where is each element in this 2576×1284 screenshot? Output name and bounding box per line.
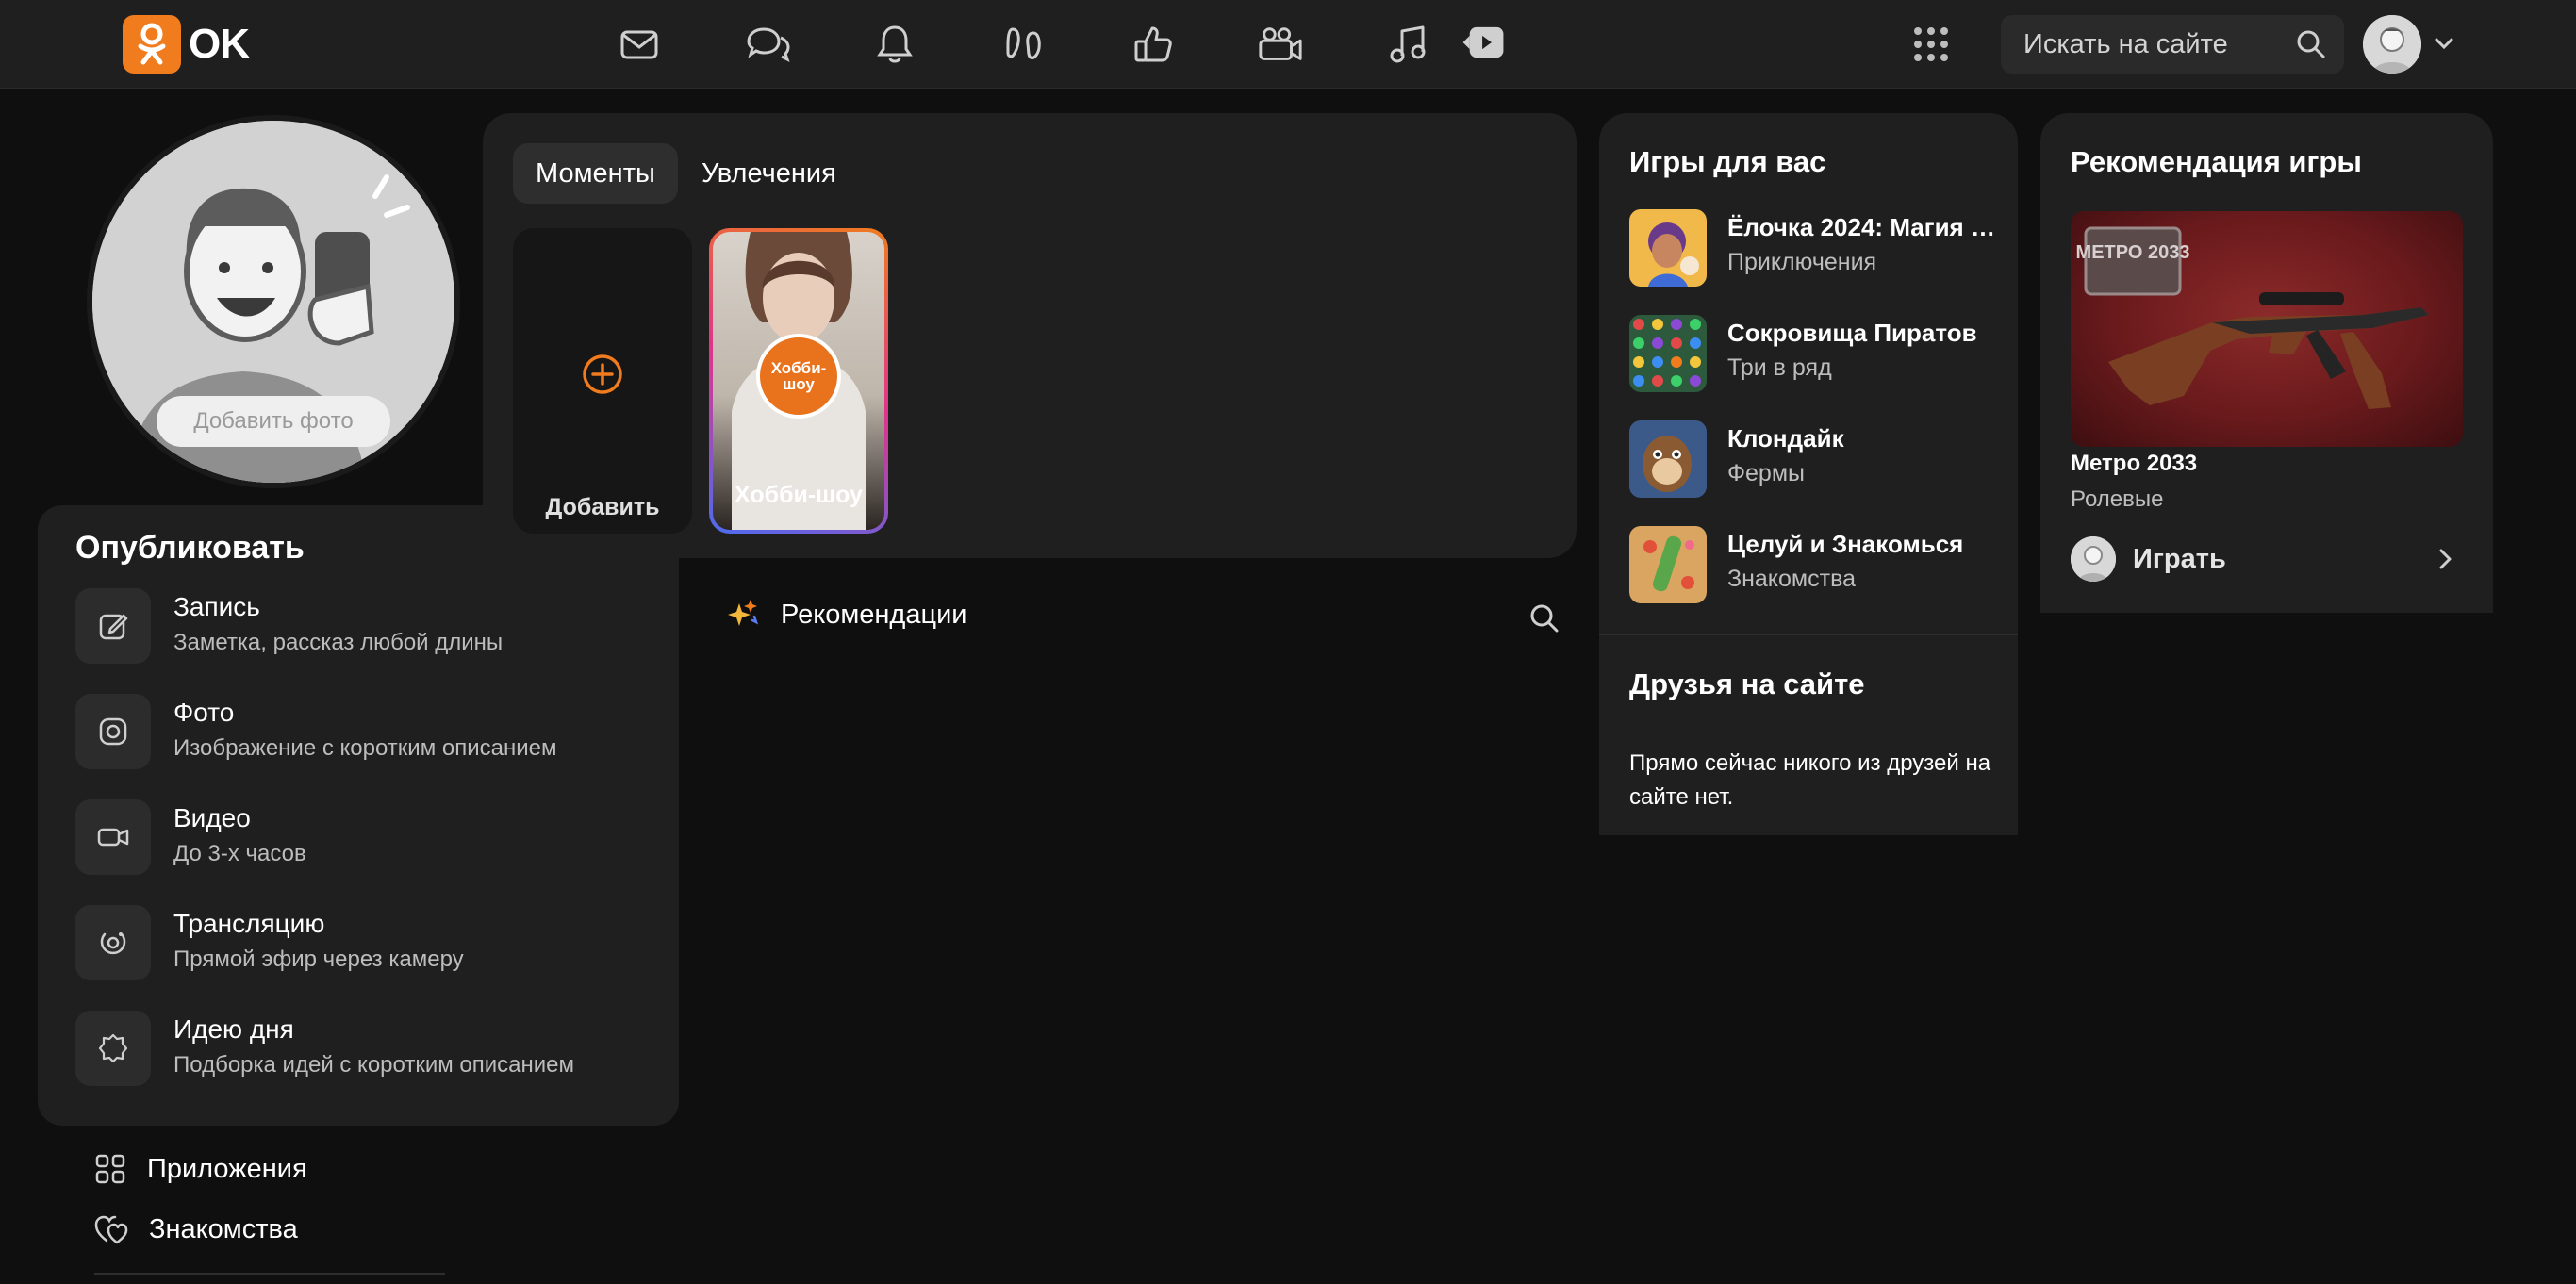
- ok-logo-icon: [123, 15, 181, 74]
- publish-item-subtitle: Подборка идей с коротким описанием: [173, 1052, 575, 1078]
- publish-item-title: Видео: [173, 803, 251, 832]
- recommendation-image-logo: МЕТРО 2033: [2076, 242, 2190, 263]
- game-thumbnail: [1629, 209, 1707, 287]
- recommended-game-genre: Ролевые: [2071, 486, 2164, 512]
- publish-item-subtitle: Заметка, рассказ любой длины: [173, 630, 504, 655]
- play-icon[interactable]: [1460, 19, 1507, 66]
- video-icon[interactable]: [1257, 21, 1304, 68]
- game-thumbnail: [1629, 315, 1707, 392]
- tab-moments[interactable]: Моменты: [513, 143, 678, 204]
- recommended-game-name: Метро 2033: [2071, 451, 2198, 476]
- idea-icon: [75, 1011, 151, 1086]
- publish-item-title: Запись: [173, 592, 260, 621]
- plus-circle-icon: [579, 351, 626, 403]
- apps-icon: [95, 1154, 125, 1184]
- publish-item-title: Фото: [173, 698, 235, 727]
- feed-recommendations-label: Рекомендации: [781, 599, 967, 630]
- add-moment-tile[interactable]: Добавить: [513, 228, 692, 534]
- recommendation-title: Рекомендация игры: [2071, 145, 2362, 178]
- game-recommendation-card: Рекомендация игры МЕТРО 2033 Метро 2033 …: [2040, 113, 2493, 613]
- music-icon[interactable]: [1384, 21, 1431, 68]
- sidebar-item-dating[interactable]: Знакомства: [94, 1209, 298, 1250]
- chevron-right-icon: [2433, 547, 2457, 576]
- add-photo-button[interactable]: Добавить фото: [157, 396, 390, 447]
- sparkle-icon: [728, 600, 759, 626]
- publish-item-title: Трансляцию: [173, 909, 325, 938]
- game-thumbnail: [1629, 420, 1707, 498]
- top-bar: OK: [0, 0, 2576, 89]
- game-row[interactable]: Сокровища Пиратов Три в ряд: [1629, 315, 2006, 392]
- user-avatar[interactable]: [2363, 15, 2421, 74]
- logo-text: OK: [189, 21, 250, 67]
- games-divider: [1599, 634, 2018, 635]
- ok-logo[interactable]: OK: [123, 15, 250, 74]
- video-camera-icon: [75, 799, 151, 875]
- camera-icon: [75, 694, 151, 769]
- friends-online-title: Друзья на сайте: [1629, 667, 1865, 700]
- publish-menu: Опубликовать Запись Заметка, рассказ люб…: [38, 505, 679, 1126]
- sidebar-item-label: Приложения: [147, 1153, 307, 1184]
- games-title: Игры для вас: [1629, 145, 1826, 178]
- likes-icon[interactable]: [1130, 21, 1177, 68]
- dating-icon: [94, 1215, 128, 1244]
- publish-title: Опубликовать: [75, 530, 305, 566]
- game-thumbnail: [1629, 526, 1707, 603]
- moments-card: Моменты Увлечения Добавить Хобби-шоу Хоб…: [483, 113, 1577, 558]
- discussions-icon[interactable]: [745, 21, 792, 68]
- publish-item-title: Идею дня: [173, 1014, 294, 1044]
- games-card: Игры для вас Ёлочка 2024: Магия праздник…: [1599, 113, 2018, 835]
- site-search[interactable]: [2001, 15, 2344, 74]
- avatar: [2071, 536, 2116, 582]
- play-label: Играть: [2133, 543, 2226, 574]
- game-row[interactable]: Клондайк Фермы: [1629, 420, 2006, 498]
- moment-label: Хобби-шоу: [735, 482, 863, 508]
- publish-video-item[interactable]: Видео До 3-х часов: [75, 799, 660, 877]
- guests-icon[interactable]: [1000, 21, 1048, 68]
- add-moment-label: Добавить: [545, 494, 660, 520]
- game-name: Ёлочка 2024: Магия праздника: [1727, 213, 2006, 241]
- game-genre: Фермы: [1727, 460, 1805, 486]
- recommended-game-image[interactable]: МЕТРО 2033: [2071, 211, 2463, 447]
- publish-idea-item[interactable]: Идею дня Подборка идей с коротким описан…: [75, 1011, 660, 1088]
- tab-hobbies[interactable]: Увлечения: [679, 143, 859, 204]
- messages-icon[interactable]: [616, 21, 663, 68]
- game-row[interactable]: Целуй и Знакомься Знакомства: [1629, 526, 2006, 603]
- publish-broadcast-item[interactable]: Трансляцию Прямой эфир через камеру: [75, 905, 660, 982]
- publish-post-item[interactable]: Запись Заметка, рассказ любой длины: [75, 588, 660, 666]
- game-name: Целуй и Знакомься: [1727, 530, 1964, 558]
- publish-item-subtitle: Изображение с коротким описанием: [173, 735, 557, 761]
- moment-badge: Хобби-шоу: [756, 334, 841, 419]
- notifications-icon[interactable]: [871, 21, 918, 68]
- friends-online-empty-text: Прямо сейчас никого из друзей на сайте н…: [1629, 750, 1991, 810]
- edit-icon: [75, 588, 151, 664]
- game-row[interactable]: Ёлочка 2024: Магия праздника Приключения: [1629, 209, 2006, 287]
- chevron-down-icon[interactable]: [2433, 32, 2455, 59]
- apps-grid-icon[interactable]: [1907, 21, 1955, 68]
- feed-recommendations-tab[interactable]: Рекомендации: [726, 598, 966, 632]
- feed-search-icon[interactable]: [1529, 603, 1560, 638]
- game-genre: Знакомства: [1727, 566, 1856, 592]
- game-name: Клондайк: [1727, 424, 1844, 453]
- sidebar-item-label: Знакомства: [149, 1213, 298, 1244]
- sidebar-divider: [94, 1273, 445, 1275]
- moment-preview: Хобби-шоу Хобби-шоу: [713, 232, 884, 530]
- play-button[interactable]: Играть: [2071, 535, 2463, 583]
- search-input[interactable]: [2001, 28, 2274, 60]
- moment-tile[interactable]: Хобби-шоу Хобби-шоу: [709, 228, 888, 534]
- search-icon[interactable]: [2295, 28, 2327, 65]
- sidebar-item-apps[interactable]: Приложения: [94, 1148, 307, 1190]
- game-name: Сокровища Пиратов: [1727, 319, 1977, 347]
- game-genre: Три в ряд: [1727, 354, 1832, 381]
- publish-item-subtitle: Прямой эфир через камеру: [173, 947, 464, 972]
- publish-item-subtitle: До 3-х часов: [173, 841, 306, 866]
- rifle-artwork-icon: МЕТРО 2033: [2076, 226, 2429, 409]
- publish-photo-item[interactable]: Фото Изображение с коротким описанием: [75, 694, 660, 771]
- game-genre: Приключения: [1727, 249, 1877, 275]
- broadcast-icon: [75, 905, 151, 980]
